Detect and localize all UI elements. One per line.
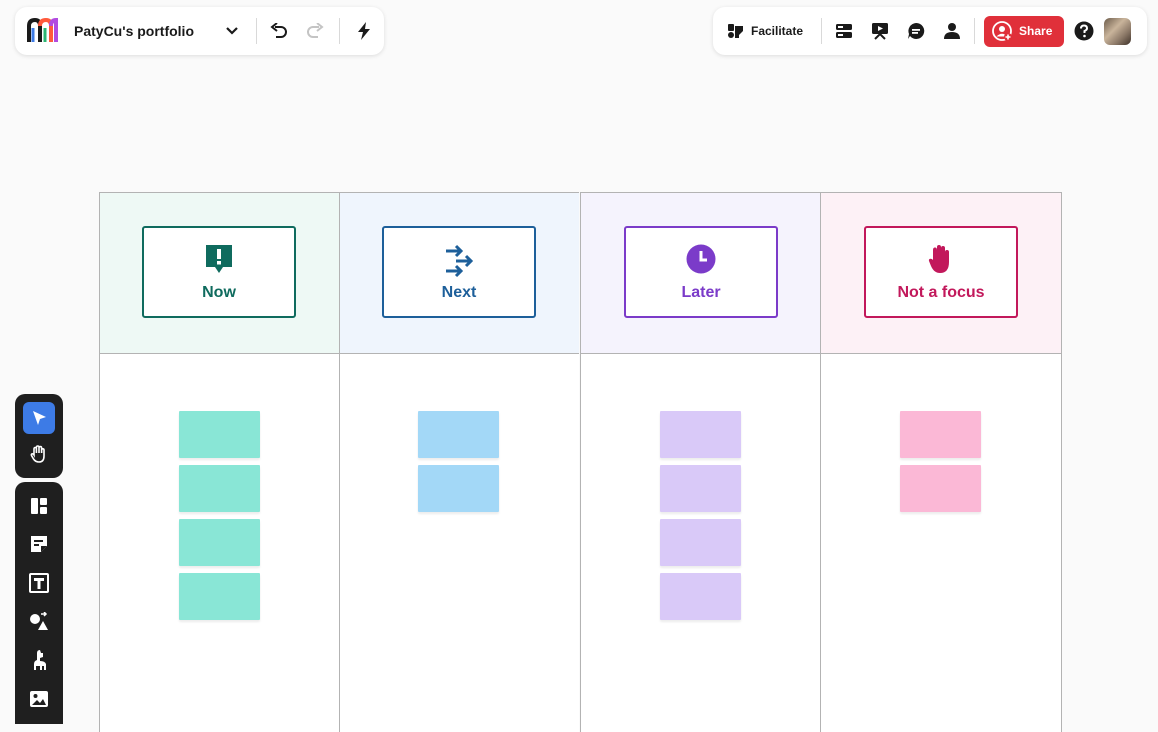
facilitate-label: Facilitate	[751, 24, 804, 38]
column-label: Next	[441, 284, 477, 301]
hand-stop-icon	[928, 245, 949, 273]
arrows-right-icon	[446, 244, 474, 278]
board-header-panel: PatyCu's portfolio	[15, 7, 384, 55]
share-label: Share	[1019, 24, 1053, 38]
sticky-note[interactable]	[660, 465, 741, 512]
column-label-card[interactable]: Now	[142, 226, 296, 318]
sticky-note[interactable]	[179, 465, 260, 512]
sticky-note[interactable]	[179, 573, 260, 620]
creation-toolbar	[15, 482, 63, 724]
navigation-toolbar	[15, 394, 63, 478]
chevron-down-icon[interactable]	[218, 17, 246, 45]
sticky-note[interactable]	[179, 411, 260, 458]
divider	[974, 18, 976, 44]
select-tool-icon[interactable]	[23, 402, 55, 434]
board-title[interactable]: PatyCu's portfolio	[74, 23, 194, 39]
help-icon[interactable]	[1070, 17, 1098, 45]
column-label: Not a focus	[897, 284, 985, 301]
app-logo-icon	[27, 17, 58, 42]
sticky-note[interactable]	[900, 465, 981, 512]
redo-icon[interactable]	[301, 17, 329, 45]
sticky-note-icon[interactable]	[23, 528, 55, 560]
column-label-card[interactable]: Not a focus	[864, 226, 1018, 318]
column-label-card[interactable]: Next	[382, 226, 536, 318]
lightning-icon[interactable]	[350, 17, 378, 45]
kanban-board: Now Next Later Not a focus	[99, 192, 1062, 732]
presentation-icon[interactable]	[866, 17, 894, 45]
column-label: Now	[202, 284, 236, 301]
templates-icon[interactable]	[23, 490, 55, 522]
column-not-a-focus: Not a focus	[820, 192, 1062, 732]
column-next: Next	[339, 192, 579, 732]
sticky-note[interactable]	[418, 465, 499, 512]
column-label-card[interactable]: Later	[624, 226, 778, 318]
facilitate-button[interactable]: Facilitate	[727, 22, 803, 40]
frames-icon[interactable]	[830, 17, 858, 45]
clock-icon	[686, 244, 716, 274]
text-tool-icon[interactable]	[23, 567, 55, 599]
shapes-icon[interactable]	[23, 606, 55, 638]
column-label: Later	[681, 284, 721, 301]
sticky-note[interactable]	[418, 411, 499, 458]
column-later: Later	[580, 192, 820, 732]
hand-pan-icon[interactable]	[23, 438, 55, 470]
facilitate-icon	[728, 24, 743, 38]
undo-icon[interactable]	[265, 17, 293, 45]
sticky-note[interactable]	[660, 573, 741, 620]
column-now: Now	[99, 192, 339, 732]
sticky-note[interactable]	[660, 411, 741, 458]
exclamation-bubble-icon	[206, 245, 232, 273]
add-user-icon	[992, 21, 1013, 41]
collaboration-panel: Facilitate Share	[713, 7, 1147, 55]
divider	[256, 18, 257, 44]
sticky-note[interactable]	[179, 519, 260, 566]
sticky-note[interactable]	[900, 411, 981, 458]
sticky-note[interactable]	[660, 519, 741, 566]
image-upload-icon[interactable]	[23, 683, 55, 715]
divider	[821, 18, 823, 44]
llama-icon[interactable]	[23, 644, 55, 676]
comment-icon[interactable]	[902, 17, 930, 45]
divider	[339, 18, 340, 44]
share-button[interactable]: Share	[984, 15, 1065, 47]
user-icon[interactable]	[938, 17, 966, 45]
avatar[interactable]	[1104, 17, 1132, 45]
